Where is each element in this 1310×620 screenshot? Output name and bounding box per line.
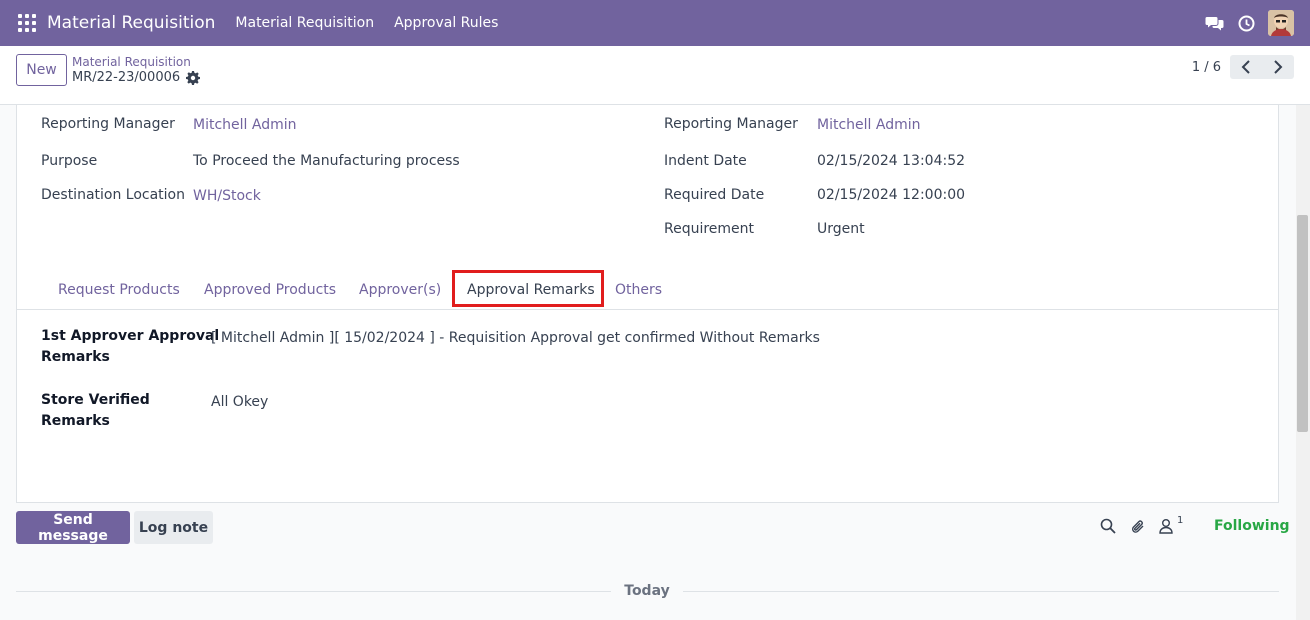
search-icon[interactable] <box>1100 518 1118 536</box>
field-label-requirement: Requirement <box>664 221 755 237</box>
remark-label-line1: 1st Approver Approval <box>41 328 220 344</box>
tab-approval-remarks-label: Approval Remarks <box>467 282 595 298</box>
field-label-required-date: Required Date <box>664 187 765 203</box>
field-label-purpose: Purpose <box>41 153 98 169</box>
followers-user-icon[interactable] <box>1159 518 1177 536</box>
field-label-indent-date: Indent Date <box>664 153 747 169</box>
breadcrumb-current: MR/22-23/00006 <box>72 70 181 85</box>
app-brand[interactable]: Material Requisition <box>47 13 215 33</box>
clock-icon[interactable] <box>1236 13 1256 33</box>
field-label-reporting-manager: Reporting Manager <box>41 116 175 132</box>
field-destination-location[interactable]: WH/Stock <box>193 188 261 204</box>
remark-label-line1: Store Verified <box>41 392 150 408</box>
field-indent-date[interactable]: 02/15/2024 13:04:52 <box>817 153 965 169</box>
tab-approval-remarks[interactable]: Approval Remarks <box>452 270 604 307</box>
apps-menu-icon[interactable] <box>18 14 36 32</box>
notebook-tabs: Request Products Approved Products Appro… <box>17 270 1278 310</box>
today-separator: Today <box>624 583 670 599</box>
field-label-destination-location: Destination Location <box>41 187 185 203</box>
remark-label-first-approver: 1st Approver Approval Remarks <box>41 326 219 368</box>
chat-bubbles-icon[interactable] <box>1204 13 1224 33</box>
paperclip-icon[interactable] <box>1130 518 1148 536</box>
remark-label-line2: Remarks <box>41 349 110 365</box>
remark-label-store-verified: Store Verified Remarks <box>41 390 150 432</box>
chevron-left-icon <box>1241 60 1250 74</box>
chevron-right-icon <box>1274 60 1283 74</box>
form-sheet: Reporting Manager Mitchell Admin Purpose… <box>16 105 1279 503</box>
control-panel: New Material Requisition MR/22-23/00006 … <box>0 46 1310 105</box>
following-button[interactable]: Following <box>1214 518 1290 534</box>
scrollbar-thumb[interactable] <box>1297 215 1308 432</box>
field-required-date[interactable]: 02/15/2024 12:00:00 <box>817 187 965 203</box>
tab-request-products[interactable]: Request Products <box>58 282 180 298</box>
remark-label-line2: Remarks <box>41 413 110 429</box>
today-divider-right <box>683 591 1279 592</box>
tab-approved-products[interactable]: Approved Products <box>204 282 336 298</box>
gear-icon[interactable] <box>186 71 200 85</box>
top-navbar: Material Requisition Material Requisitio… <box>0 0 1310 46</box>
remark-store-verified-value[interactable]: All Okey <box>211 394 268 410</box>
pager-next-button[interactable] <box>1262 55 1294 79</box>
user-avatar[interactable] <box>1268 10 1294 36</box>
new-button[interactable]: New <box>16 54 67 86</box>
log-note-button[interactable]: Log note <box>134 511 213 544</box>
tab-approvers[interactable]: Approver(s) <box>359 282 441 298</box>
remark-first-approver-value[interactable]: [ Mitchell Admin ][ 15/02/2024 ] - Requi… <box>211 330 820 346</box>
menu-approval-rules[interactable]: Approval Rules <box>394 15 498 31</box>
tab-others[interactable]: Others <box>615 282 662 298</box>
menu-material-requisition[interactable]: Material Requisition <box>235 15 374 31</box>
field-purpose[interactable]: To Proceed the Manufacturing process <box>193 153 460 169</box>
followers-count: 1 <box>1177 515 1184 526</box>
today-divider-left <box>16 591 611 592</box>
pager-previous-button[interactable] <box>1230 55 1262 79</box>
field-reporting-manager-right[interactable]: Mitchell Admin <box>817 117 921 133</box>
breadcrumb-parent[interactable]: Material Requisition <box>72 55 191 69</box>
field-reporting-manager-left[interactable]: Mitchell Admin <box>193 117 297 133</box>
pager-value[interactable]: 1 / 6 <box>1192 60 1221 75</box>
field-requirement[interactable]: Urgent <box>817 221 865 237</box>
send-message-button[interactable]: Send message <box>16 511 130 544</box>
field-label-reporting-manager-right: Reporting Manager <box>664 116 798 132</box>
